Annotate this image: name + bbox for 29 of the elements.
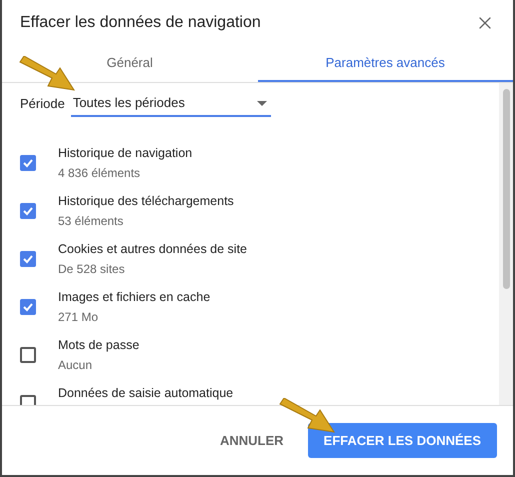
item-detail: Aucun (58, 357, 94, 374)
checkbox[interactable] (20, 299, 36, 315)
checkbox[interactable] (20, 155, 36, 171)
item-label: Cookies et autres données de site (58, 241, 248, 258)
check-icon (22, 205, 34, 217)
caret-icon (256, 100, 267, 106)
item-detail: 53 éléments (58, 213, 124, 230)
item-label: Historique des téléchargements (58, 193, 234, 210)
check-icon (22, 301, 34, 313)
check-icon (22, 157, 34, 169)
cancel-button[interactable]: ANNULER (220, 430, 284, 450)
item-detail: 4 836 éléments (58, 165, 142, 182)
checkbox[interactable] (20, 251, 36, 267)
period-dropdown[interactable]: Toutes les périodes (70, 91, 271, 117)
item-label: Données de saisie automatique (58, 385, 234, 402)
tab[interactable]: Général (2, 45, 258, 82)
dialog-title: Effacer les données de navigation (20, 12, 261, 32)
item-label: Mots de passe (58, 337, 140, 354)
item-detail: De 528 sites (58, 261, 126, 278)
item-label: Images et fichiers en cache (58, 289, 210, 306)
checkbox[interactable] (20, 203, 36, 219)
item-detail: 271 Mo (58, 309, 100, 326)
checkbox[interactable] (20, 347, 36, 363)
scrollbar-thumb[interactable] (502, 89, 510, 289)
item-label: Historique de navigation (58, 145, 192, 162)
tab[interactable]: Paramètres avancés (258, 45, 513, 82)
check-icon (22, 253, 34, 265)
confirm-button[interactable]: EFFACER LES DONNÉES (308, 423, 497, 458)
period-label: Période (20, 95, 65, 114)
